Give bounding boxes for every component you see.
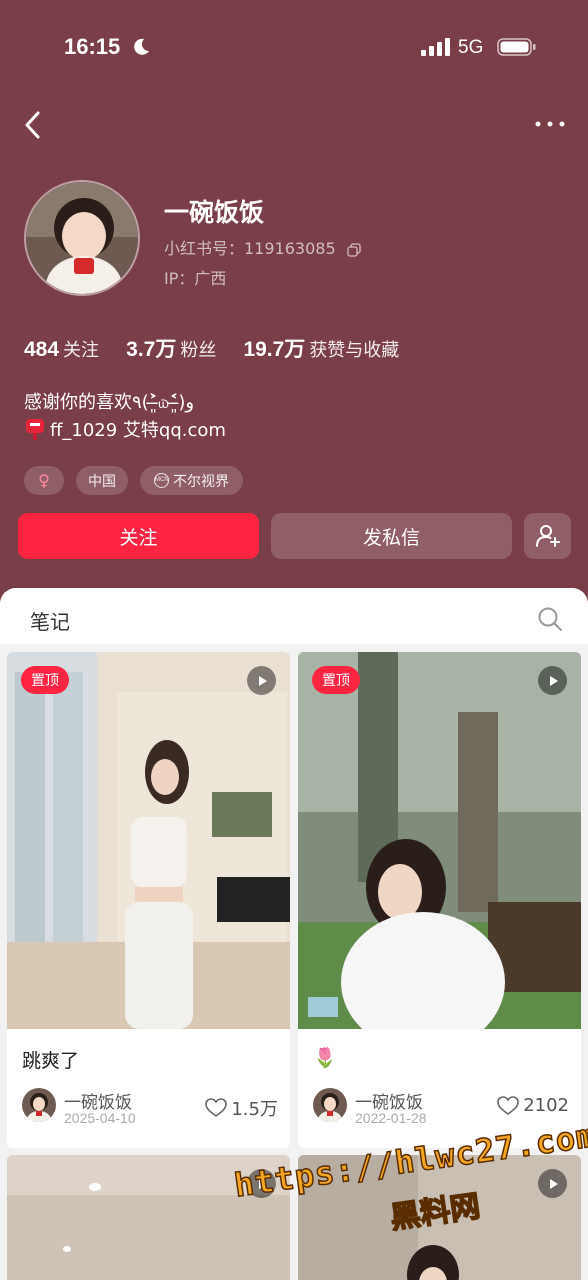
search-icon[interactable] [537,606,563,632]
note-author-row: 一碗饭饭 2025-04-10 1.5万 [22,1088,278,1126]
stat-likes-collects[interactable]: 19.7万 获赞与收藏 [243,333,399,363]
heart-icon [205,1098,228,1117]
bio-contact: ff_1029 艾特qq.com [24,416,226,442]
note-card[interactable]: 置顶 🌷 一碗饭饭 2022-01-28 2102 [298,652,581,1148]
profile-id: 小红书号：119163085 [164,235,361,259]
tab-notes[interactable]: 笔记 [30,606,70,635]
video-play-icon [538,666,567,695]
battery-icon [497,38,536,56]
signal-icon [421,38,450,56]
ip-location: IP：广西 [164,269,227,288]
pinned-badge: 置顶 [312,666,360,694]
note-title: 跳爽了 [22,1050,80,1072]
watermark-name: 黑料网 [388,1188,483,1237]
message-button[interactable]: 发私信 [271,513,512,559]
notes-header: 笔记 [0,588,588,644]
region-tag: 中国 [76,466,128,495]
like-button[interactable]: 1.5万 [205,1095,278,1121]
note-card[interactable]: 置顶 跳爽了 一碗饭饭 2025-04-10 1.5万 [7,652,290,1148]
author-avatar[interactable] [313,1088,347,1122]
more-options-button[interactable] [530,110,570,138]
profile-id-text: 小红书号：119163085 [164,239,336,258]
mcn-label: 不尔视界 [173,473,229,490]
stat-following[interactable]: 484 关注 [24,336,99,362]
author-avatar[interactable] [22,1088,56,1122]
mcn-tag[interactable]: MCN 不尔视界 [140,466,243,495]
mcn-icon: MCN [154,473,169,488]
stat-label: 关注 [63,340,100,361]
stat-value: 484 [24,338,60,361]
profile-name: 一碗饭饭 [164,198,265,227]
mailbox-icon [26,419,44,440]
add-user-icon [535,525,560,547]
copy-icon[interactable] [347,242,361,257]
note-date: 2022-01-28 [355,1110,427,1126]
stat-value: 3.7万 [126,338,177,361]
female-icon: ♀ [38,471,50,490]
back-button[interactable] [20,108,50,142]
add-friend-button[interactable] [524,513,571,559]
status-time: 16:15 [64,34,121,59]
video-play-icon [247,666,276,695]
profile-stats: 484 关注 3.7万 粉丝 19.7万 获赞与收藏 [24,333,421,363]
network-label: 5G [458,37,484,58]
note-date: 2025-04-10 [64,1110,136,1126]
like-count: 1.5万 [231,1099,278,1120]
pinned-badge: 置顶 [21,666,69,694]
bio-text: 感谢你的喜欢٩(˃̶͈̀௰˂̶͈́)و [24,392,195,413]
stat-label: 粉丝 [180,340,217,361]
stat-label: 获赞与收藏 [309,340,400,361]
status-bar: 16:15 5G [0,0,588,90]
moon-icon [134,38,149,55]
note-title: 🌷 [313,1047,337,1069]
follow-button[interactable]: 关注 [18,513,259,559]
stat-value: 19.7万 [243,338,306,361]
avatar[interactable] [24,180,140,296]
note-cover-image: 置顶 [7,652,290,1029]
avatar-image [26,182,138,294]
stat-followers[interactable]: 3.7万 粉丝 [126,333,216,363]
note-cover-image: 置顶 [298,652,581,1029]
bio-contact-text: ff_1029 艾特qq.com [50,420,226,441]
gender-tag: ♀ [24,466,64,495]
